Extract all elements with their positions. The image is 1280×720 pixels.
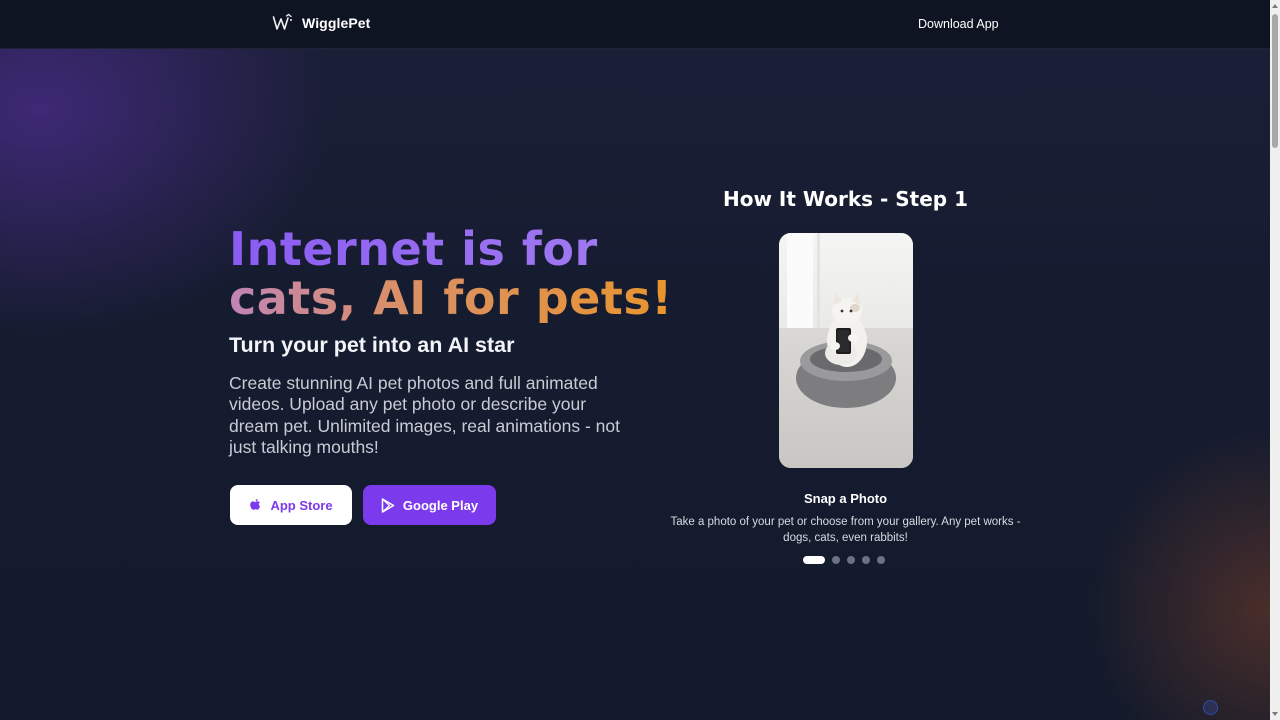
scroll-down-arrow-icon[interactable] bbox=[1272, 712, 1278, 716]
step-dot-5[interactable] bbox=[877, 556, 885, 564]
google-play-icon bbox=[381, 497, 395, 513]
download-app-link[interactable]: Download App bbox=[918, 17, 999, 31]
step-dot-2[interactable] bbox=[832, 556, 840, 564]
hero-title: Internet is for cats, AI for pets! bbox=[229, 225, 673, 323]
scrollbar-thumb[interactable] bbox=[1272, 14, 1278, 148]
vertical-scrollbar[interactable] bbox=[1270, 0, 1280, 720]
step-dot-4[interactable] bbox=[862, 556, 870, 564]
hero-subtitle: Turn your pet into an AI star bbox=[229, 333, 515, 357]
hero-title-line2: cats, AI for pets! bbox=[229, 271, 673, 325]
step-description: Take a photo of your pet or choose from … bbox=[670, 516, 1021, 544]
step-dot-1[interactable] bbox=[803, 556, 825, 564]
corner-badge-icon[interactable] bbox=[1203, 700, 1218, 715]
app-store-label: App Store bbox=[270, 497, 333, 513]
step-pagination bbox=[803, 556, 885, 564]
brand-logo[interactable]: WigglePet bbox=[272, 13, 370, 33]
app-store-button[interactable]: App Store bbox=[230, 485, 352, 525]
step-dot-3[interactable] bbox=[847, 556, 855, 564]
step-title: Snap a Photo bbox=[803, 491, 888, 506]
google-play-label: Google Play bbox=[402, 497, 479, 513]
hero-description: Create stunning AI pet photos and full a… bbox=[229, 373, 621, 457]
apple-icon bbox=[250, 498, 261, 510]
scroll-up-arrow-icon[interactable] bbox=[1272, 4, 1278, 8]
page-background bbox=[0, 0, 1280, 720]
google-play-button[interactable]: Google Play bbox=[363, 485, 496, 525]
step-image-card bbox=[779, 233, 913, 468]
site-header: WigglePet Download App bbox=[0, 0, 1270, 49]
cat-with-phone-image bbox=[779, 233, 913, 468]
how-it-works-title: How It Works - Step 1 bbox=[723, 187, 968, 211]
brand-name: WigglePet bbox=[302, 15, 371, 31]
wigglepet-logo-icon bbox=[272, 13, 292, 30]
hero-title-line1: Internet is for bbox=[229, 225, 673, 274]
